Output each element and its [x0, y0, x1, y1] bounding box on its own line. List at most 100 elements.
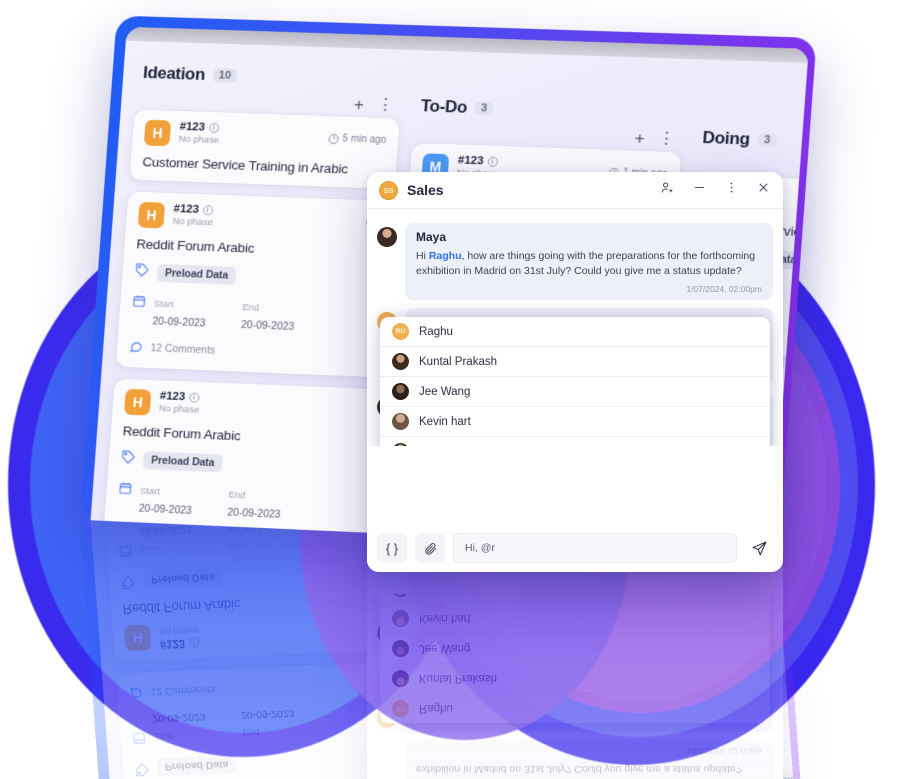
card-title: Reddit Forum Arabic: [135, 236, 255, 256]
start-value: 20-09-2023: [138, 502, 193, 517]
list-item[interactable]: Kevin hart: [380, 407, 770, 437]
avatar: RU: [392, 323, 409, 340]
info-icon[interactable]: i: [188, 392, 200, 403]
card-id: #123 i: [159, 390, 200, 404]
avatar: [377, 227, 397, 247]
info-icon[interactable]: i: [487, 156, 498, 167]
send-icon[interactable]: [745, 534, 773, 562]
card-id: #123 i: [173, 203, 214, 216]
code-snippet-button[interactable]: { }: [377, 533, 407, 563]
end-label: End: [796, 477, 809, 490]
chat-messages[interactable]: Maya Hi Raghu, how are things going with…: [367, 209, 783, 446]
date-block: Start 20-09-2023 End 20-09-2023: [138, 481, 282, 523]
calendar-icon: [118, 481, 133, 500]
list-item[interactable]: Vikas Kumar: [380, 437, 770, 446]
card-title: Customer Service Training in Arabic: [141, 154, 349, 177]
info-icon[interactable]: i: [208, 122, 220, 134]
comment-count: 12 Comments: [136, 529, 202, 545]
kanban-card[interactable]: H #123 i No phase: [129, 109, 400, 190]
start-date: Start 20-09-2023: [152, 294, 208, 332]
card-dates: Start 20-09-2023 End 20-09-2023: [130, 293, 374, 338]
tag-icon: [120, 449, 136, 469]
end-date: End 20-09-2023: [240, 297, 296, 335]
column-count-badge: 10: [212, 68, 238, 84]
add-person-icon[interactable]: [660, 180, 675, 200]
card-tag-row: Preload Data: [134, 262, 377, 291]
more-vertical-icon[interactable]: [724, 180, 739, 200]
column-title: Ideation: [142, 63, 206, 84]
end-label: End: [241, 302, 260, 314]
card-dates: Start 20-09-2023 End 20-09-2023: [117, 480, 361, 526]
card-id-text: #123: [457, 154, 484, 168]
card-timestamp: 5 min ago: [328, 126, 387, 146]
comment-count: 12 Comments: [150, 342, 216, 357]
card-title: Reddit Forum Arabic: [122, 423, 241, 444]
card-time-text: 5 min ago: [342, 133, 387, 146]
chat-composer: { } Hi, @r: [367, 524, 783, 572]
kanban-card[interactable]: H #123 i No phase: [115, 191, 394, 378]
column-title: To-Do: [420, 96, 468, 117]
card-tag[interactable]: Preload Data: [156, 264, 237, 285]
chat-title: Sales: [407, 182, 444, 198]
more-vertical-icon[interactable]: ⋮: [658, 129, 674, 148]
tag-icon: [134, 262, 150, 282]
end-label: End: [228, 489, 246, 502]
chat-message: Maya Hi Raghu, how are things going with…: [377, 223, 773, 300]
message-input[interactable]: Hi, @r: [453, 533, 737, 563]
card-comments[interactable]: 12 Comments: [115, 525, 358, 550]
attachment-icon[interactable]: [415, 533, 445, 563]
card-id-block: #123 i No phase: [159, 390, 201, 415]
avatar: SS: [379, 180, 398, 200]
text-before: Hi: [416, 250, 429, 262]
message-bubble: Maya Hi Raghu, how are things going with…: [405, 223, 773, 300]
chat-window-sales: SS Sales: [367, 172, 783, 572]
ui-scene: Ideation 10 + ⋮ H #123 i No phase 5 min …: [0, 0, 900, 779]
card-id-block: #123 i No phase: [172, 203, 214, 228]
card-comments[interactable]: 12 Comments: [128, 338, 371, 366]
card-avatar-badge: H: [137, 201, 166, 229]
more-vertical-icon[interactable]: ⋮: [377, 96, 393, 114]
kanban-card[interactable]: H #123 i No phase Reddit Forum Arabic Pr…: [101, 378, 381, 551]
text-after: , how are things going with the preparat…: [416, 250, 756, 277]
start-value: 20-09-2023: [152, 315, 206, 330]
date-block: Start 20-09-2023 End 20-09-2023: [152, 294, 296, 335]
card-id-text: #123: [179, 120, 206, 134]
card-id-text: #123: [159, 390, 186, 404]
mention-name: Kuntal Prakash: [419, 355, 497, 368]
end-date: End 20-09-2023: [795, 472, 809, 511]
list-item[interactable]: RU Raghu: [380, 317, 770, 347]
end-value: 20-09-2023: [240, 318, 295, 333]
card-tag[interactable]: Preload Data: [142, 451, 224, 473]
list-item[interactable]: Jee Wang: [380, 377, 770, 407]
end-value: 20-09-2023: [226, 506, 281, 521]
add-card-icon[interactable]: +: [353, 95, 364, 114]
card-phase: No phase: [158, 403, 200, 416]
avatar: [392, 383, 409, 400]
mention-autocomplete-dropdown[interactable]: RU Raghu Kuntal Prakash Jee Wang Kevin h…: [380, 317, 770, 446]
mention-name: Raghu: [419, 325, 453, 338]
info-icon[interactable]: i: [202, 205, 214, 216]
close-icon[interactable]: [756, 180, 771, 200]
avatar: [392, 413, 409, 430]
card-avatar-badge: H: [123, 388, 152, 416]
card-header: H #123 i No phase: [143, 119, 387, 154]
message-author: Maya: [416, 230, 447, 244]
card-header: H #123 i No phase: [123, 388, 367, 425]
avatar: [392, 443, 409, 446]
comment-icon: [128, 339, 143, 356]
add-card-icon[interactable]: +: [634, 129, 645, 148]
mention-chip[interactable]: Raghu: [429, 250, 462, 262]
column-count-badge: 3: [474, 101, 494, 116]
mention-name: Vikas Kumar: [419, 446, 484, 447]
minimize-icon[interactable]: [692, 180, 707, 200]
avatar: [392, 353, 409, 370]
calendar-icon: [131, 294, 146, 313]
message-text: Hi Raghu, how are things going with the …: [416, 249, 762, 279]
chat-header-actions: [660, 180, 771, 200]
end-date: End 20-09-2023: [227, 485, 283, 523]
card-id-block: #123 i No phase: [178, 121, 220, 146]
end-value: 20-09-2023: [795, 494, 809, 509]
list-item[interactable]: Kuntal Prakash: [380, 347, 770, 377]
kanban-column-ideation: Ideation 10 + ⋮ H: [95, 63, 403, 551]
start-label: Start: [153, 298, 174, 311]
